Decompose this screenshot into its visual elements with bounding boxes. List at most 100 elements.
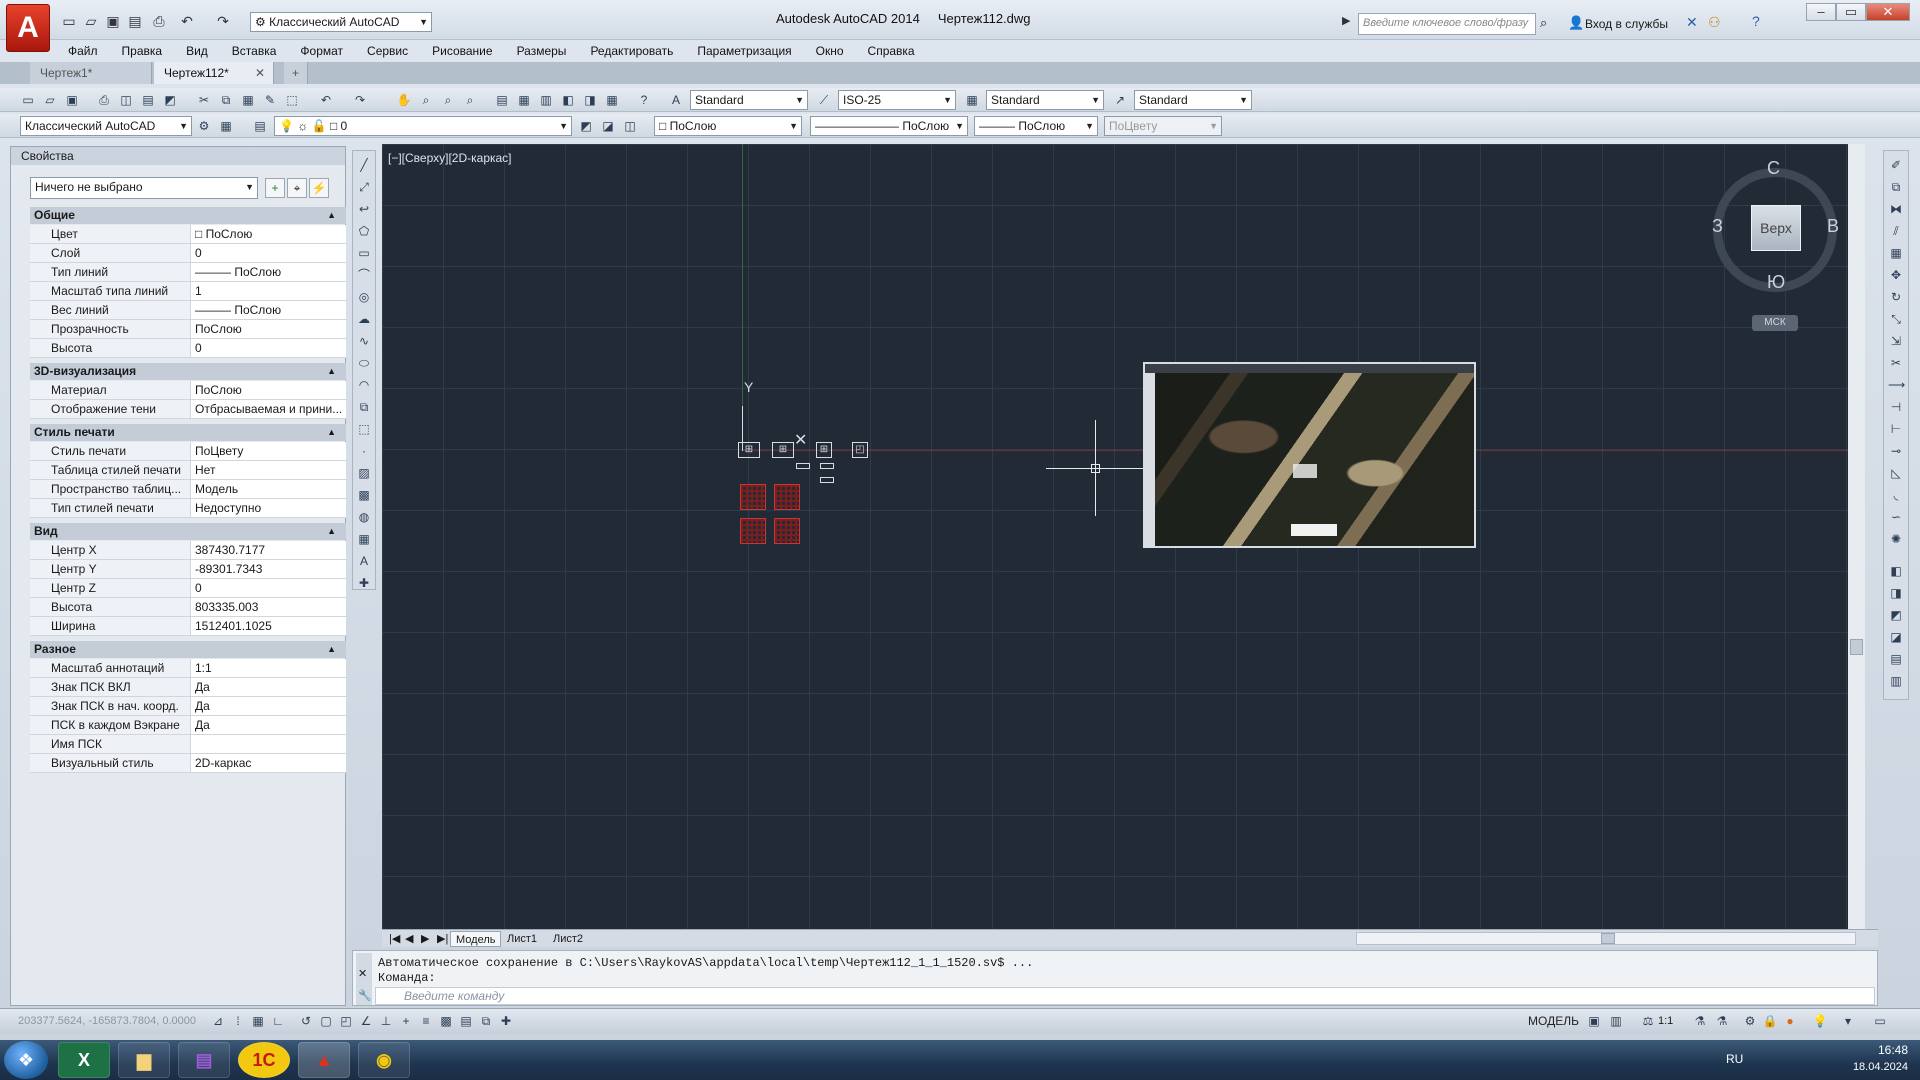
small-block[interactable] [796,463,810,469]
open-file-icon[interactable]: ▱ [82,12,100,30]
redo-icon[interactable]: ↷ [214,12,232,30]
rectangle-icon[interactable]: ▭ [356,245,372,261]
send-back-icon[interactable]: ◩ [1888,607,1904,623]
fillet-icon[interactable]: ◟ [1888,487,1904,503]
trim-icon[interactable]: ✂ [1888,355,1904,371]
autocad-icon[interactable]: ▲ [298,1042,350,1078]
workspace-dropdown[interactable]: Классический AutoCAD ▼ [20,116,192,136]
section-3d-visualization[interactable]: 3D-визуализация ▲ [30,363,346,380]
line-icon[interactable]: ╱ [356,157,372,173]
polar-icon[interactable]: ↺ [298,1013,314,1029]
menu-tools[interactable]: Сервис [355,40,420,62]
draworder-icon[interactable]: ◧ [1888,563,1904,579]
prop-row[interactable]: Материал ПоСлою [30,381,346,400]
new-tab-button[interactable]: + [284,62,308,84]
vertical-scrollbar[interactable] [1848,144,1865,929]
exchange-icon[interactable]: ✕ [1686,14,1698,31]
lineweight-icon[interactable]: ≡ [418,1013,434,1029]
block-reference[interactable]: ◰ [852,442,868,458]
search-expand-icon[interactable]: ▶ [1342,14,1350,27]
help-icon[interactable]: ? [636,92,652,108]
chrome-icon[interactable]: ◉ [358,1042,410,1078]
model-space-toggle[interactable]: МОДЕЛЬ [1528,1014,1579,1028]
markup-icon[interactable]: ◨ [582,92,598,108]
region-icon[interactable]: ◍ [356,509,372,525]
minimize-button[interactable]: – [1806,3,1836,21]
excel-icon[interactable]: X [58,1042,110,1078]
hatched-block[interactable] [740,484,766,510]
annotation-scale-value[interactable]: 1:1 [1658,1015,1673,1027]
workspace-settings-icon[interactable]: ⚙ [196,118,212,134]
plot-icon[interactable]: ⎙ [96,92,112,108]
menu-file[interactable]: Файл [56,40,110,62]
toggle-pickadd-icon[interactable]: + [265,178,285,198]
small-block[interactable] [820,463,834,469]
open-icon[interactable]: ▱ [42,92,58,108]
stretch-icon[interactable]: ⇲ [1888,333,1904,349]
prop-row[interactable]: Прозрачность ПоСлою [30,320,346,339]
save-icon[interactable]: ▣ [104,12,122,30]
workspace-dropdown[interactable]: ⚙ Классический AutoCAD ▼ [250,12,432,32]
save-icon[interactable]: ▣ [64,92,80,108]
preview-icon[interactable]: ◫ [118,92,134,108]
zoom-realtime-icon[interactable]: ⌕ [418,92,434,108]
tab-drawing112[interactable]: Чертеж112* ✕ [154,62,274,84]
scroll-thumb[interactable] [1601,933,1615,944]
search-input[interactable]: Введите ключевое слово/фразу [1358,13,1536,35]
layer-previous-icon[interactable]: ◪ [600,118,616,134]
paste-icon[interactable]: ▦ [240,92,256,108]
block-reference[interactable]: ⊞ [738,442,760,458]
annotation-monitor-icon[interactable]: ✚ [498,1013,514,1029]
new-file-icon[interactable]: ▭ [60,12,78,30]
otrack-icon[interactable]: ∠ [358,1013,374,1029]
sheet-set-icon[interactable]: ◧ [560,92,576,108]
mirror-icon[interactable]: ⧓ [1888,201,1904,217]
3d-print-icon[interactable]: ◩ [162,92,178,108]
prop-row[interactable]: Центр Z 0 [30,579,346,598]
construction-line-icon[interactable]: ⤢ [356,179,372,195]
text-style-icon[interactable]: A [668,92,684,108]
spline-icon[interactable]: ∿ [356,333,372,349]
menu-format[interactable]: Формат [288,40,355,62]
viewport-controls[interactable]: [−][Сверху][2D-каркас] [388,151,512,165]
bring-above-icon[interactable]: ◪ [1888,629,1904,645]
save-as-icon[interactable]: ▤ [126,12,144,30]
drawing-canvas[interactable]: [−][Сверху][2D-каркас] Y ⊞ ⊞ ✕ ⊞ ◰ [382,144,1865,929]
undo-icon[interactable]: ↶ [318,92,334,108]
quick-view-drawings-icon[interactable]: ▥ [1608,1013,1624,1029]
selection-dropdown[interactable]: Ничего не выбрано ▼ [30,177,258,199]
prop-row[interactable]: Тип стилей печати Недоступно [30,499,346,518]
break-at-point-icon[interactable]: ⊣ [1888,399,1904,415]
prop-row[interactable]: Высота 803335.003 [30,598,346,617]
clean-screen-icon[interactable]: ▭ [1872,1013,1888,1029]
print-icon[interactable]: ⎙ [150,12,168,30]
horizontal-scrollbar[interactable] [1356,932,1856,945]
customize-icon[interactable]: ▦ [218,118,234,134]
menu-dimension[interactable]: Размеры [505,40,579,62]
start-button[interactable]: ❖ [4,1041,48,1079]
hatch-back-icon[interactable]: ▥ [1888,673,1904,689]
zoom-window-icon[interactable]: ⌕ [440,92,456,108]
wrench-icon[interactable]: 🔧 [358,989,372,1002]
status-menu-icon[interactable]: ▾ [1840,1013,1856,1029]
ducs-icon[interactable]: ⊥ [378,1013,394,1029]
tab-layout2[interactable]: Лист2 [548,931,588,947]
osnap-icon[interactable]: ▢ [318,1013,334,1029]
hatch-icon[interactable]: ▨ [356,465,372,481]
undo-icon[interactable]: ↶ [178,12,196,30]
3d-osnap-icon[interactable]: ◰ [338,1013,354,1029]
prop-row[interactable]: Центр X 387430.7177 [30,541,346,560]
quick-view-layouts-icon[interactable]: ▣ [1586,1013,1602,1029]
dim-style-dropdown[interactable]: ISO-25 ▼ [838,90,956,110]
chamfer-icon[interactable]: ◺ [1888,465,1904,481]
maximize-button[interactable]: ▭ [1836,3,1866,21]
prop-row[interactable]: Отображение тени Отбрасываемая и прини... [30,400,346,419]
tab-layout1[interactable]: Лист1 [502,931,542,947]
menu-modify[interactable]: Редактировать [578,40,685,62]
menu-view[interactable]: Вид [174,40,220,62]
raster-image-satellite[interactable] [1143,362,1476,548]
break-icon[interactable]: ⊢ [1888,421,1904,437]
prop-row[interactable]: Визуальный стиль 2D-каркас [30,754,346,773]
table-style-icon[interactable]: ▦ [964,92,980,108]
hatched-block[interactable] [774,484,800,510]
